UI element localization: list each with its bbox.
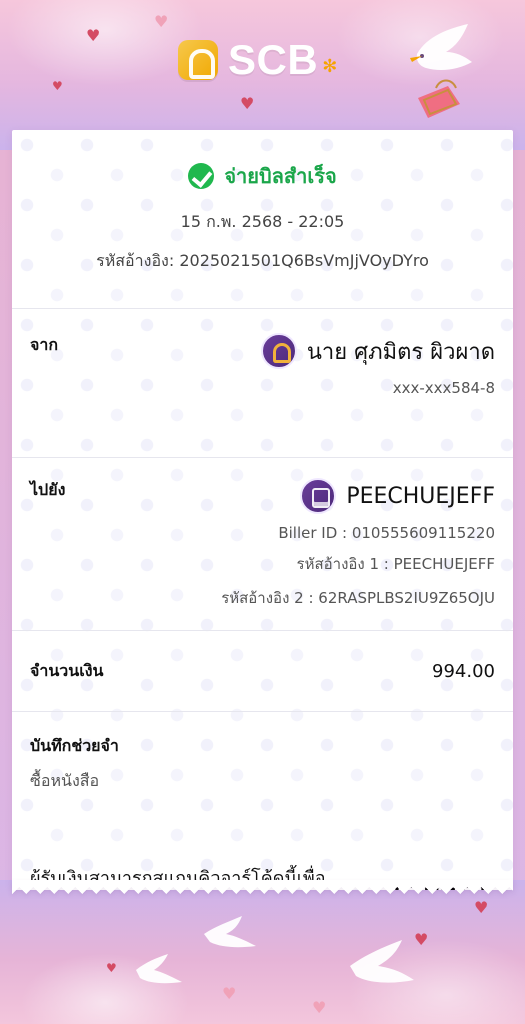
to-name-line: PEECHUEJEFF bbox=[221, 478, 495, 514]
status-section: จ่ายบิลสำเร็จ 15 ก.พ. 2568 - 22:05 รหัสอ… bbox=[12, 130, 513, 308]
to-row: ไปยัง PEECHUEJEFF Biller ID : 0105556091… bbox=[30, 478, 495, 610]
amount-label: จำนวนเงิน bbox=[30, 660, 104, 680]
brand-logo: SCB ✻ bbox=[178, 36, 338, 83]
bottom-decoration bbox=[0, 880, 525, 1024]
memo-label: บันทึกช่วยจำ bbox=[30, 736, 119, 755]
heart-icon: ♥ bbox=[154, 12, 169, 31]
dove-icon bbox=[410, 24, 472, 70]
to-section: ไปยัง PEECHUEJEFF Biller ID : 0105556091… bbox=[12, 458, 513, 630]
reference-2: รหัสอ้างอิง 2 : 62RASPLBS2IU9Z65OJU bbox=[221, 589, 495, 607]
to-name: PEECHUEJEFF bbox=[346, 483, 495, 509]
heart-icon: ♥ bbox=[312, 998, 327, 1017]
brand-name: SCB bbox=[228, 36, 319, 83]
from-row: จาก นาย ศุภมิตร ผิวผาด xxx-xxx584-8 bbox=[30, 333, 495, 397]
to-label: ไปยัง bbox=[30, 480, 66, 499]
heart-icon: ♥ bbox=[474, 898, 489, 917]
heart-icon: ♥ bbox=[222, 984, 237, 1003]
heart-icon: ♥ bbox=[52, 79, 63, 93]
transaction-datetime: 15 ก.พ. 2568 - 22:05 bbox=[180, 212, 345, 231]
biller-id: Biller ID : 010555609115220 bbox=[278, 524, 495, 542]
sparkle-icon: ✻ bbox=[322, 55, 338, 77]
from-section: จาก นาย ศุภมิตร ผิวผาด xxx-xxx584-8 bbox=[12, 309, 513, 457]
memo-section: บันทึกช่วยจำ ซื้อหนังสือ bbox=[12, 712, 513, 844]
scb-logo-icon bbox=[178, 40, 218, 80]
from-name: นาย ศุภมิตร ผิวผาด bbox=[306, 339, 495, 365]
heart-icon: ♥ bbox=[86, 26, 101, 45]
biller-icon bbox=[300, 478, 337, 514]
from-name-line: นาย ศุภมิตร ผิวผาด bbox=[260, 333, 495, 369]
receipt-zigzag-edge bbox=[12, 880, 513, 900]
heart-icon: ♥ bbox=[106, 961, 117, 975]
from-value: นาย ศุภมิตร ผิวผาด xxx-xxx584-8 bbox=[260, 333, 495, 397]
birdcage-icon bbox=[418, 79, 460, 118]
check-circle-icon bbox=[188, 163, 215, 189]
dove-icon bbox=[350, 940, 414, 983]
status-title: จ่ายบิลสำเร็จ bbox=[224, 164, 337, 188]
dove-icon bbox=[204, 916, 256, 948]
dove-icon bbox=[136, 954, 182, 984]
receipt-card: จ่ายบิลสำเร็จ 15 ก.พ. 2568 - 22:05 รหัสอ… bbox=[12, 130, 513, 890]
heart-icon: ♥ bbox=[414, 930, 429, 949]
to-value: PEECHUEJEFF Biller ID : 010555609115220 … bbox=[221, 478, 495, 610]
scb-logo-icon bbox=[260, 333, 297, 369]
reference-1: รหัสอ้างอิง 1 : PEECHUEJEFF bbox=[296, 555, 495, 573]
from-label: จาก bbox=[30, 335, 59, 354]
amount-section: จำนวนเงิน 994.00 bbox=[12, 631, 513, 711]
from-account: xxx-xxx584-8 bbox=[392, 379, 495, 397]
heart-icon: ♥ bbox=[240, 94, 255, 113]
transaction-reference: รหัสอ้างอิง: 2025021501Q6BsVmJjVOyDYro bbox=[96, 251, 429, 270]
memo-text: ซื้อหนังสือ bbox=[30, 771, 100, 790]
amount-row: จำนวนเงิน 994.00 bbox=[30, 659, 495, 684]
status-header: จ่ายบิลสำเร็จ bbox=[188, 160, 337, 192]
amount-value: 994.00 bbox=[432, 660, 495, 682]
